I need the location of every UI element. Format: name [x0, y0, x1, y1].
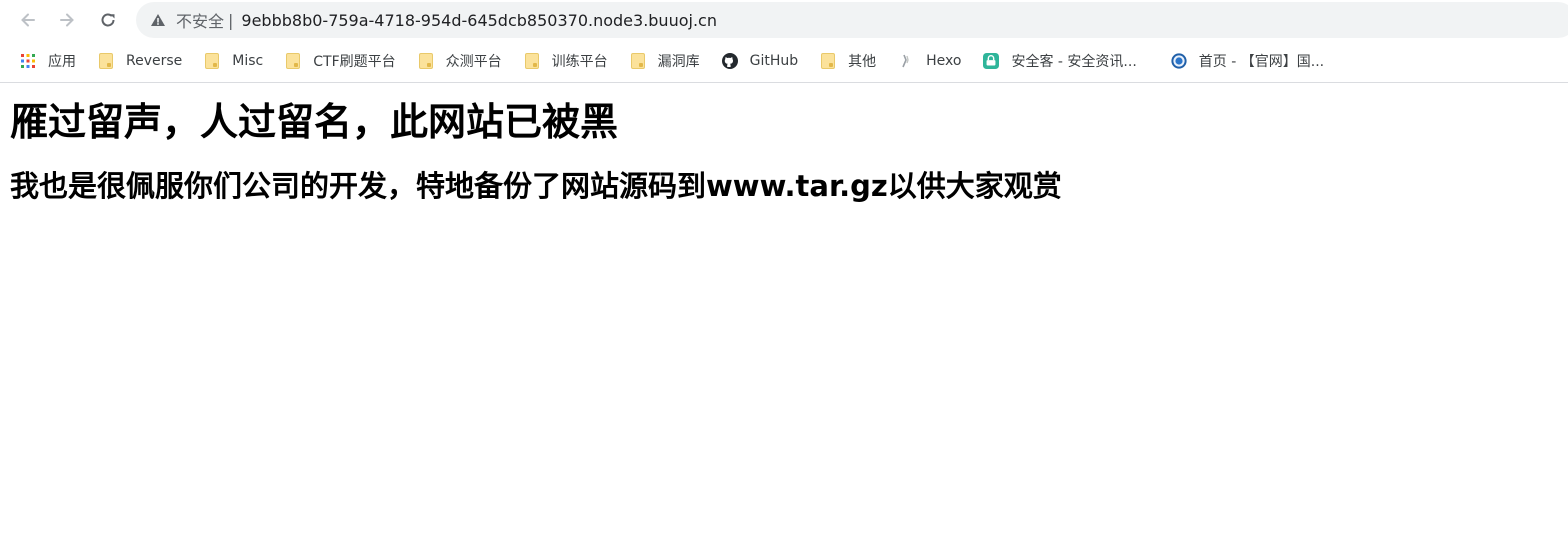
bookmark-label: 众测平台 [445, 54, 502, 70]
security-status-label[interactable]: 不安全 [176, 8, 224, 32]
folder-icon [418, 53, 434, 69]
reload-icon [101, 13, 115, 27]
folder-icon [285, 53, 301, 69]
bookmark-label: 其他 [848, 54, 877, 70]
url-text[interactable]: 9ebbb8b0-759a-4718-954d-645dcb850370.nod… [241, 11, 717, 30]
folder-icon [98, 53, 114, 69]
back-button[interactable] [14, 6, 42, 34]
bookmark-label: GitHub [749, 53, 799, 69]
forward-arrow-icon [60, 13, 74, 27]
folder-icon [204, 53, 220, 69]
omnibox-separator: | [228, 10, 234, 30]
globe-seal-icon [1171, 53, 1187, 69]
browser-chrome: 不安全 | 9ebbb8b0-759a-4718-954d-645dcb8503… [0, 0, 1568, 83]
page-heading: 雁过留声，人过留名，此网站已被黑 [10, 100, 619, 144]
bookmark-label: 应用 [48, 54, 76, 70]
bookmark-label: Hexo [926, 53, 962, 69]
bookmark-label: Misc [232, 53, 264, 69]
folder-icon [524, 53, 540, 69]
bookmarks-bar: 应用 Reverse Misc CTF刷题平台 众测平台 训练平台 漏洞库 Gi… [0, 40, 1568, 82]
browser-toolbar: 不安全 | 9ebbb8b0-759a-4718-954d-645dcb8503… [0, 0, 1568, 40]
github-icon [721, 53, 738, 69]
hexo-icon [898, 53, 914, 69]
bookmark-homepage[interactable]: 首页 - 【官网】国... [1163, 47, 1332, 75]
page-subheading: 我也是很佩服你们公司的开发，特地备份了网站源码到www.tar.gz以供大家观赏 [10, 169, 1062, 203]
bookmark-github[interactable]: GitHub [714, 47, 807, 75]
bookmark-folder-ctf[interactable]: CTF刷题平台 [277, 47, 403, 75]
bookmark-folder-misc[interactable]: Misc [196, 47, 271, 75]
bookmark-folder-reverse[interactable]: Reverse [90, 47, 190, 75]
bookmark-label: 训练平台 [551, 54, 608, 70]
back-arrow-icon [21, 13, 35, 27]
folder-icon [630, 53, 646, 69]
bookmark-label: Reverse [126, 53, 183, 69]
bookmark-folder-crowdtest[interactable]: 众测平台 [410, 47, 510, 75]
folder-icon [820, 53, 836, 69]
bookmark-folder-vulndb[interactable]: 漏洞库 [622, 47, 708, 75]
anquanke-icon [983, 53, 1000, 69]
address-bar[interactable]: 不安全 | 9ebbb8b0-759a-4718-954d-645dcb8503… [136, 2, 1568, 38]
bookmark-folder-other[interactable]: 其他 [812, 47, 884, 75]
bookmark-label: 安全客 - 安全资讯... [1011, 54, 1137, 70]
bookmark-apps[interactable]: 应用 [12, 47, 84, 75]
apps-grid-icon [20, 53, 36, 69]
page-content: 雁过留声，人过留名，此网站已被黑 我也是很佩服你们公司的开发，特地备份了网站源码… [0, 99, 1568, 203]
bookmark-label: CTF刷题平台 [313, 54, 396, 70]
warning-triangle-icon[interactable] [150, 12, 166, 28]
forward-button[interactable] [53, 6, 81, 34]
bookmark-folder-training[interactable]: 训练平台 [516, 47, 616, 75]
bookmark-hexo[interactable]: Hexo [890, 47, 969, 75]
reload-button[interactable] [94, 6, 122, 34]
bookmark-label: 首页 - 【官网】国... [1198, 54, 1325, 70]
bookmark-label: 漏洞库 [657, 54, 700, 70]
bookmark-anquanke[interactable]: 安全客 - 安全资讯... [975, 47, 1144, 75]
